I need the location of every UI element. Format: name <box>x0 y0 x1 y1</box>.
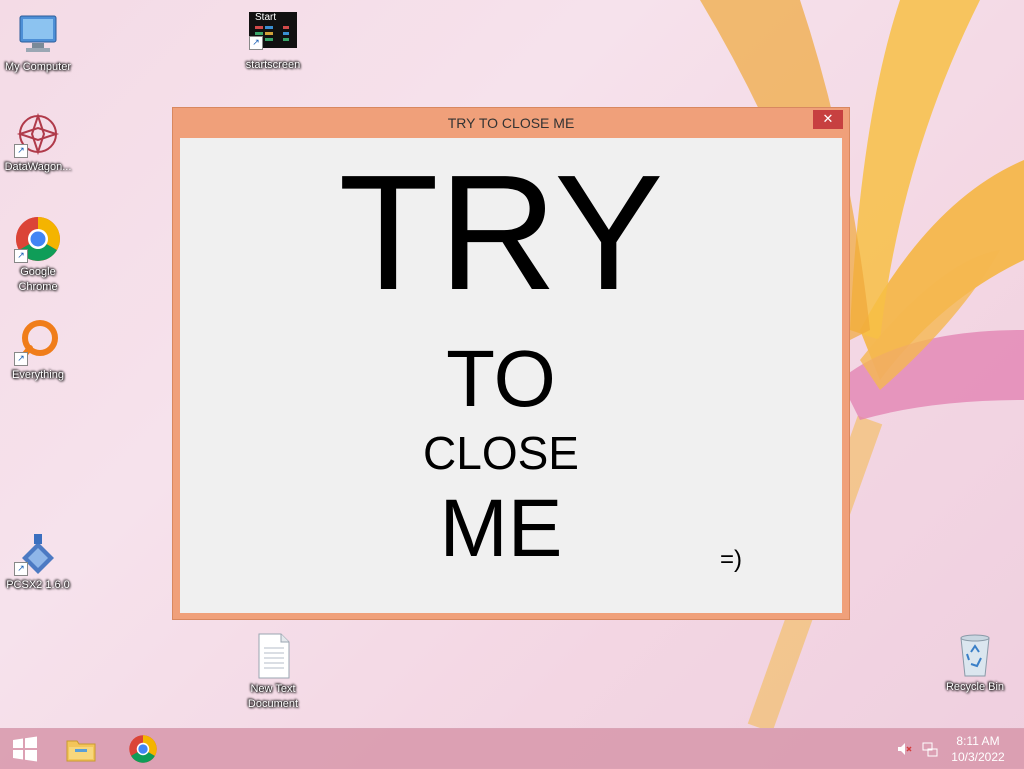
close-button[interactable]: ✕ <box>813 110 843 129</box>
taskbar: 8:11 AM 10/3/2022 <box>0 728 1024 769</box>
shortcut-arrow-icon: ↗ <box>14 249 28 263</box>
close-icon: ✕ <box>822 112 834 127</box>
smiley-text: =) <box>720 546 743 573</box>
desktop-icon-startscreen[interactable]: Start ↗ startscreen <box>235 10 311 73</box>
shortcut-arrow-icon: ↗ <box>14 562 28 576</box>
start-button[interactable] <box>0 729 50 769</box>
desktop-icon-label: Google Chrome <box>18 266 58 293</box>
desktop-icon-label: startscreen <box>245 59 301 71</box>
desktop-icon-google-chrome[interactable]: ↗ Google Chrome <box>0 215 76 295</box>
taskbar-clock[interactable]: 8:11 AM 10/3/2022 <box>948 733 1008 765</box>
desktop-icon-label: New Text Document <box>247 683 299 710</box>
desktop-icon-label: DataWagon... <box>4 161 72 173</box>
desktop-icon-label: My Computer <box>4 61 72 73</box>
desktop-icon-new-text-document[interactable]: New Text Document <box>235 632 311 712</box>
recycle-bin-icon <box>960 634 990 677</box>
window-title: TRY TO CLOSE ME <box>447 115 575 131</box>
desktop-icon-my-computer[interactable]: My Computer <box>0 10 76 75</box>
taskbar-chrome[interactable] <box>118 729 168 769</box>
windows-logo-icon <box>13 736 37 762</box>
desktop-icon-label: Recycle Bin <box>945 681 1005 693</box>
shortcut-arrow-icon: ↗ <box>14 352 28 366</box>
desktop-icon-everything[interactable]: ↗ Everything <box>0 318 76 383</box>
network-icon <box>922 742 938 757</box>
text-try: TRY <box>338 141 664 324</box>
try-to-close-me-window[interactable]: TRY TO CLOSE ME ✕ TRY TO CLOSE ME =) <box>172 107 850 620</box>
text-close: CLOSE <box>423 427 579 479</box>
desktop-icon-recycle-bin[interactable]: Recycle Bin <box>937 630 1013 695</box>
shortcut-arrow-icon: ↗ <box>249 36 263 50</box>
desktop-icon-label: Everything <box>12 369 64 381</box>
desktop-icon-datawagon[interactable]: ↗ DataWagon... <box>0 110 76 175</box>
clock-date: 10/3/2022 <box>951 750 1005 764</box>
window-client-area: TRY TO CLOSE ME =) <box>180 138 842 613</box>
text-document-icon <box>258 633 290 679</box>
speaker-muted-icon <box>898 743 912 755</box>
text-to: TO <box>446 334 556 423</box>
computer-icon <box>19 15 57 52</box>
desktop-icon-pcsx2[interactable]: ↗ PCSX2 1.6.0 <box>0 528 76 593</box>
desktop-icon-label: PCSX2 1.6.0 <box>6 579 70 591</box>
tray-network-button[interactable] <box>918 729 942 769</box>
taskbar-file-explorer[interactable] <box>56 729 106 769</box>
chrome-icon <box>129 735 157 763</box>
shortcut-arrow-icon: ↗ <box>14 144 28 158</box>
clock-time: 8:11 AM <box>956 734 1000 748</box>
tray-volume-button[interactable] <box>892 729 916 769</box>
file-explorer-icon <box>66 740 96 762</box>
